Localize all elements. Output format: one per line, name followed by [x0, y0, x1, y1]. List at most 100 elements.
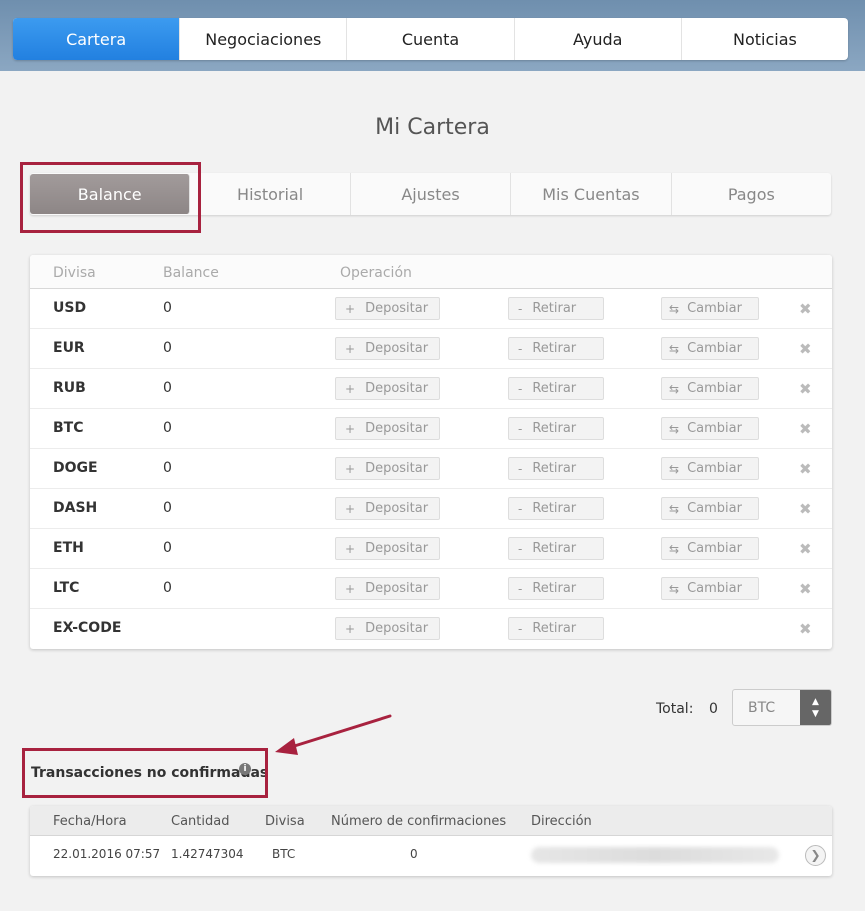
- withdraw-label: Retirar: [532, 421, 577, 436]
- highlight-box-balance: [20, 162, 201, 233]
- unconfirmed-table: Fecha/Hora Cantidad Divisa Número de con…: [30, 806, 832, 876]
- deposit-label: Depositar: [365, 421, 429, 436]
- withdraw-button[interactable]: - Retirar: [508, 497, 604, 520]
- exchange-label: Cambiar: [687, 501, 742, 516]
- deposit-label: Depositar: [365, 381, 429, 396]
- row-balance: 0: [163, 580, 172, 596]
- nav-item-ayuda[interactable]: Ayuda: [515, 18, 682, 60]
- exchange-arrows-icon: ⇆: [669, 381, 680, 396]
- exchange-label: Cambiar: [687, 381, 742, 396]
- page-title: Mi Cartera: [375, 115, 490, 140]
- row-address-redacted: [531, 847, 779, 863]
- remove-icon[interactable]: ✖: [799, 460, 812, 478]
- remove-icon[interactable]: ✖: [799, 540, 812, 558]
- deposit-button[interactable]: + Depositar: [335, 537, 440, 560]
- nav-item-cuenta[interactable]: Cuenta: [347, 18, 515, 60]
- plus-icon: +: [345, 461, 356, 476]
- deposit-button[interactable]: + Depositar: [335, 377, 440, 400]
- nav-item-negociaciones[interactable]: Negociaciones: [180, 18, 348, 60]
- minus-icon: -: [518, 621, 523, 636]
- deposit-button[interactable]: + Depositar: [335, 337, 440, 360]
- minus-icon: -: [518, 341, 523, 356]
- withdraw-button[interactable]: - Retirar: [508, 377, 604, 400]
- withdraw-button[interactable]: - Retirar: [508, 417, 604, 440]
- row-amount: 1.42747304: [171, 847, 244, 861]
- withdraw-label: Retirar: [532, 501, 577, 516]
- withdraw-button[interactable]: - Retirar: [508, 297, 604, 320]
- exchange-label: Cambiar: [687, 541, 742, 556]
- select-arrows-icon[interactable]: ▲ ▼: [800, 690, 831, 725]
- exchange-label: Cambiar: [687, 341, 742, 356]
- plus-icon: +: [345, 581, 356, 596]
- withdraw-label: Retirar: [532, 341, 577, 356]
- row-currency: DASH: [53, 500, 98, 516]
- plus-icon: +: [345, 341, 356, 356]
- deposit-button[interactable]: + Depositar: [335, 617, 440, 640]
- minus-icon: -: [518, 381, 523, 396]
- row-datetime: 22.01.2016 07:57: [53, 847, 161, 861]
- deposit-label: Depositar: [365, 301, 429, 316]
- withdraw-button[interactable]: - Retirar: [508, 337, 604, 360]
- remove-icon[interactable]: ✖: [799, 380, 812, 398]
- row-currency: RUB: [53, 380, 86, 396]
- remove-icon[interactable]: ✖: [799, 420, 812, 438]
- header-balance: Balance: [163, 265, 219, 281]
- exchange-button[interactable]: ⇆ Cambiar: [661, 577, 759, 600]
- row-balance: 0: [163, 460, 172, 476]
- exchange-button[interactable]: ⇆ Cambiar: [661, 377, 759, 400]
- tab-historial[interactable]: Historial: [190, 173, 351, 215]
- deposit-label: Depositar: [365, 541, 429, 556]
- exchange-arrows-icon: ⇆: [669, 341, 680, 356]
- exchange-label: Cambiar: [687, 421, 742, 436]
- remove-icon[interactable]: ✖: [799, 340, 812, 358]
- withdraw-button[interactable]: - Retirar: [508, 537, 604, 560]
- deposit-button[interactable]: + Depositar: [335, 497, 440, 520]
- exchange-label: Cambiar: [687, 301, 742, 316]
- withdraw-button[interactable]: - Retirar: [508, 577, 604, 600]
- deposit-label: Depositar: [365, 501, 429, 516]
- row-confirmations: 0: [410, 847, 418, 861]
- exchange-button[interactable]: ⇆ Cambiar: [661, 417, 759, 440]
- exchange-button[interactable]: ⇆ Cambiar: [661, 297, 759, 320]
- table-row[interactable]: 22.01.2016 07:57 1.42747304 BTC 0 ❯: [30, 836, 832, 874]
- exchange-arrows-icon: ⇆: [669, 541, 680, 556]
- tab-mis-cuentas[interactable]: Mis Cuentas: [511, 173, 672, 215]
- top-bar: Cartera Negociaciones Cuenta Ayuda Notic…: [0, 0, 865, 71]
- remove-icon[interactable]: ✖: [799, 500, 812, 518]
- header-amount: Cantidad: [171, 814, 230, 829]
- exchange-button[interactable]: ⇆ Cambiar: [661, 497, 759, 520]
- deposit-button[interactable]: + Depositar: [335, 417, 440, 440]
- remove-icon[interactable]: ✖: [799, 580, 812, 598]
- deposit-label: Depositar: [365, 581, 429, 596]
- tab-pagos[interactable]: Pagos: [672, 173, 831, 215]
- unconfirmed-table-header: Fecha/Hora Cantidad Divisa Número de con…: [30, 806, 832, 836]
- plus-icon: +: [345, 541, 356, 556]
- deposit-button[interactable]: + Depositar: [335, 577, 440, 600]
- deposit-button[interactable]: + Depositar: [335, 297, 440, 320]
- row-currency: DOGE: [53, 460, 98, 476]
- remove-icon[interactable]: ✖: [799, 620, 812, 638]
- exchange-button[interactable]: ⇆ Cambiar: [661, 457, 759, 480]
- tab-ajustes[interactable]: Ajustes: [351, 173, 512, 215]
- chevron-right-icon[interactable]: ❯: [805, 845, 826, 866]
- plus-icon: +: [345, 421, 356, 436]
- total-label: Total:: [656, 701, 694, 717]
- nav-item-cartera[interactable]: Cartera: [13, 18, 181, 60]
- withdraw-button[interactable]: - Retirar: [508, 617, 604, 640]
- nav-item-noticias[interactable]: Noticias: [682, 18, 848, 60]
- exchange-label: Cambiar: [687, 581, 742, 596]
- header-currency: Divisa: [265, 814, 305, 829]
- remove-icon[interactable]: ✖: [799, 300, 812, 318]
- exchange-arrows-icon: ⇆: [669, 501, 680, 516]
- exchange-button[interactable]: ⇆ Cambiar: [661, 537, 759, 560]
- row-balance: 0: [163, 340, 172, 356]
- exchange-arrows-icon: ⇆: [669, 421, 680, 436]
- withdraw-label: Retirar: [532, 621, 577, 636]
- exchange-button[interactable]: ⇆ Cambiar: [661, 337, 759, 360]
- table-row: USD 0 + Depositar - Retirar ⇆ Cambiar ✖: [30, 289, 832, 329]
- row-currency: BTC: [53, 420, 84, 436]
- total-currency-select[interactable]: BTC ▲ ▼: [732, 689, 832, 726]
- withdraw-button[interactable]: - Retirar: [508, 457, 604, 480]
- row-balance: 0: [163, 540, 172, 556]
- deposit-button[interactable]: + Depositar: [335, 457, 440, 480]
